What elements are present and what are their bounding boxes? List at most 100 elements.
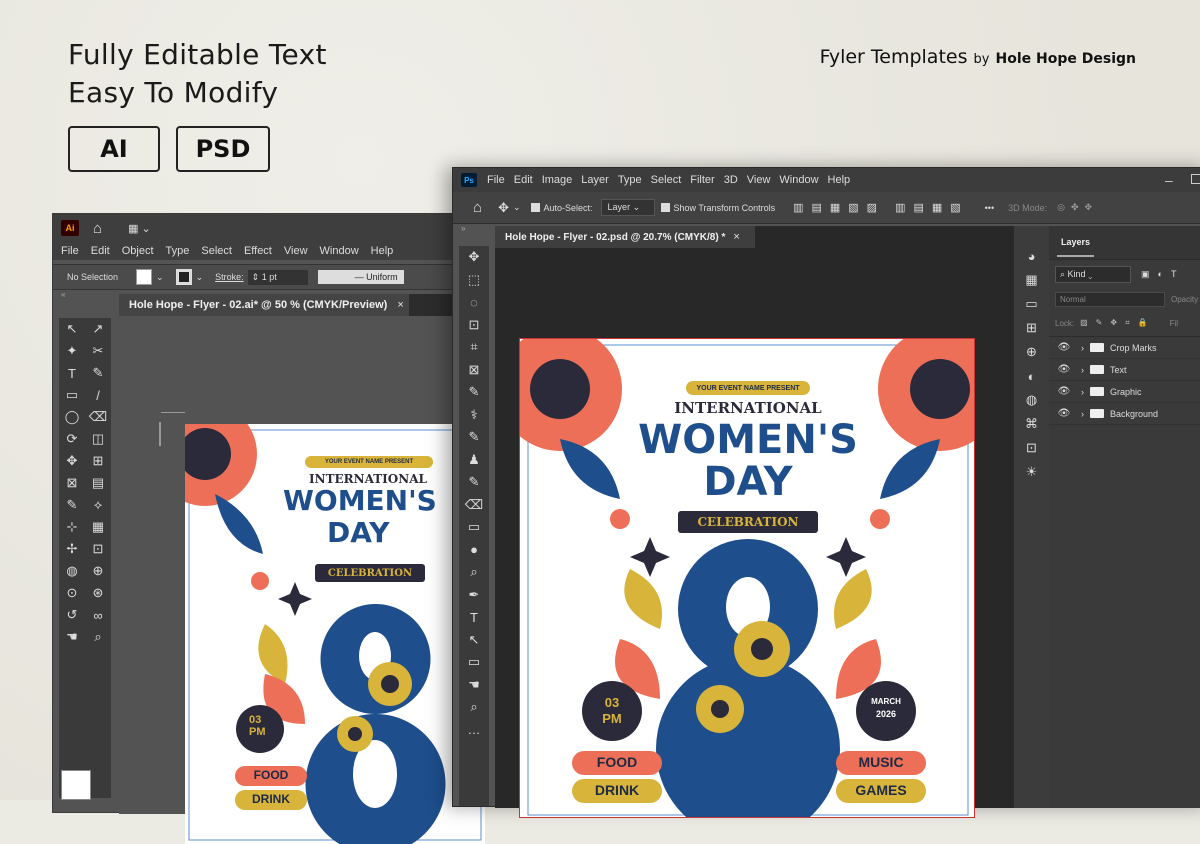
- 3d-tools-icons[interactable]: ◎✤✥: [1057, 202, 1098, 213]
- ai-tool-icon[interactable]: ⊹: [59, 516, 85, 538]
- ps-tool-icon[interactable]: ☚: [459, 674, 489, 697]
- menu-item-view[interactable]: View: [747, 174, 771, 186]
- panel-dock-icon[interactable]: ◕: [1014, 244, 1049, 268]
- menu-item-type[interactable]: Type: [618, 174, 642, 186]
- minimize-icon[interactable]: –: [1165, 172, 1173, 188]
- home-icon[interactable]: ⌂: [473, 199, 482, 216]
- ps-tool-icon[interactable]: ↖: [459, 629, 489, 652]
- menu-item-edit[interactable]: Edit: [514, 174, 533, 186]
- ai-tool-icon[interactable]: ☚: [59, 626, 85, 648]
- close-icon[interactable]: ×: [733, 231, 739, 243]
- chevron-right-icon[interactable]: ›: [1081, 343, 1084, 353]
- ai-tool-icon[interactable]: ✦: [59, 340, 85, 362]
- menu-item-object[interactable]: Object: [122, 245, 154, 257]
- transform-checkbox[interactable]: [660, 203, 670, 212]
- ps-tool-icon[interactable]: ⌕: [459, 696, 489, 719]
- menu-item-filter[interactable]: Filter: [690, 174, 714, 186]
- ps-tool-icon[interactable]: ⌕: [459, 561, 489, 584]
- ai-tool-icon[interactable]: ⟡: [85, 494, 111, 516]
- ps-tool-icon[interactable]: ♟: [459, 449, 489, 472]
- panel-dock-icon[interactable]: ☀: [1014, 460, 1049, 484]
- auto-select-checkbox[interactable]: [530, 203, 540, 212]
- eye-icon[interactable]: 👁: [1055, 408, 1073, 419]
- ps-tool-icon[interactable]: T: [459, 606, 489, 629]
- layers-tab[interactable]: Layers: [1057, 229, 1095, 257]
- stroke-weight-field[interactable]: ⇕ 1 pt: [247, 269, 308, 285]
- menu-item-file[interactable]: File: [487, 174, 505, 186]
- menu-item-image[interactable]: Image: [542, 174, 573, 186]
- ps-tool-icon[interactable]: ▭: [459, 516, 489, 539]
- home-icon[interactable]: ⌂: [93, 220, 102, 237]
- ai-tool-icon[interactable]: ⟳: [59, 428, 85, 450]
- ai-tool-icon[interactable]: ↗: [85, 318, 111, 340]
- menu-item-file[interactable]: File: [61, 245, 79, 257]
- ai-tool-icon[interactable]: ◍: [59, 560, 85, 582]
- ai-fill-stroke-swatch[interactable]: [61, 770, 91, 800]
- menu-item-effect[interactable]: Effect: [244, 245, 272, 257]
- chevron-down-icon[interactable]: ⌄: [196, 272, 204, 283]
- eye-icon[interactable]: 👁: [1055, 364, 1073, 375]
- ps-tool-icon[interactable]: ⊠: [459, 359, 489, 382]
- ps-tool-icon[interactable]: ✎: [459, 381, 489, 404]
- layer-row[interactable]: 👁 › Text: [1049, 359, 1200, 381]
- layer-row[interactable]: 👁 › Graphic: [1049, 381, 1200, 403]
- ps-tool-icon[interactable]: ▭: [459, 651, 489, 674]
- ps-tool-icon[interactable]: ✎: [459, 426, 489, 449]
- layer-kind-filter[interactable]: ⌕ Kind ⌄: [1055, 265, 1131, 283]
- ps-tool-icon[interactable]: ✒: [459, 584, 489, 607]
- panel-dock-icon[interactable]: ▦: [1014, 268, 1049, 292]
- distribute-icons[interactable]: ▥▤▦▧: [895, 201, 969, 214]
- auto-select-target[interactable]: Layer ⌄: [600, 199, 655, 216]
- ai-tool-icon[interactable]: ✥: [59, 450, 85, 472]
- ai-tool-icon[interactable]: ⊙: [59, 582, 85, 604]
- workspace-switcher-icon[interactable]: ▦ ⌄: [128, 222, 151, 235]
- ai-tool-icon[interactable]: ⌫: [85, 406, 111, 428]
- ai-document-tab[interactable]: Hole Hope - Flyer - 02.ai* @ 50 % (CMYK/…: [119, 294, 409, 316]
- ai-tool-icon[interactable]: ↖: [59, 318, 85, 340]
- ai-tool-icon[interactable]: ✎: [59, 494, 85, 516]
- move-tool-icon[interactable]: ✥: [498, 200, 509, 216]
- menu-item-3d[interactable]: 3D: [724, 174, 738, 186]
- close-icon[interactable]: ×: [397, 299, 403, 311]
- menu-item-window[interactable]: Window: [779, 174, 818, 186]
- ai-tool-icon[interactable]: ↺: [59, 604, 85, 626]
- ps-tool-icon[interactable]: ●: [459, 539, 489, 562]
- eye-icon[interactable]: 👁: [1055, 386, 1073, 397]
- chevron-right-icon[interactable]: ›: [1081, 365, 1084, 375]
- collapse-icon[interactable]: «: [61, 290, 65, 299]
- ai-tool-icon[interactable]: ✂: [85, 340, 111, 362]
- panel-dock-icon[interactable]: ▭: [1014, 292, 1049, 316]
- chevron-down-icon[interactable]: ⌄: [513, 202, 521, 213]
- ps-tool-icon[interactable]: …: [459, 719, 489, 742]
- menu-item-select[interactable]: Select: [201, 245, 232, 257]
- ai-tool-icon[interactable]: T: [59, 362, 85, 384]
- menu-item-view[interactable]: View: [284, 245, 308, 257]
- lock-icons[interactable]: ▨✎✥⌗🔒: [1080, 318, 1155, 328]
- panel-dock-icon[interactable]: ⊕: [1014, 340, 1049, 364]
- ps-tool-icon[interactable]: ⊡: [459, 314, 489, 337]
- more-icon[interactable]: •••: [985, 203, 994, 213]
- stroke-label[interactable]: Stroke:: [215, 272, 244, 282]
- stroke-profile-select[interactable]: — Uniform: [317, 270, 404, 284]
- menu-item-help[interactable]: Help: [828, 174, 851, 186]
- ps-tool-icon[interactable]: ⚕: [459, 404, 489, 427]
- chevron-down-icon[interactable]: ⌄: [156, 272, 164, 283]
- chevron-right-icon[interactable]: ›: [1081, 409, 1084, 419]
- restore-icon[interactable]: [1191, 174, 1200, 184]
- ai-tool-icon[interactable]: ⌕: [85, 626, 111, 648]
- panel-dock-icon[interactable]: ◍: [1014, 388, 1049, 412]
- ps-tool-icon[interactable]: ✎: [459, 471, 489, 494]
- ai-tool-icon[interactable]: ∞: [85, 604, 111, 626]
- ps-document-tab[interactable]: Hole Hope - Flyer - 02.psd @ 20.7% (CMYK…: [495, 226, 755, 248]
- ai-tool-icon[interactable]: ▦: [85, 516, 111, 538]
- menu-item-help[interactable]: Help: [371, 245, 394, 257]
- menu-item-edit[interactable]: Edit: [91, 245, 110, 257]
- eye-icon[interactable]: 👁: [1055, 342, 1073, 353]
- ps-tool-icon[interactable]: ✥: [459, 246, 489, 269]
- ps-tool-icon[interactable]: ⌗: [459, 336, 489, 359]
- ai-tool-icon[interactable]: ⊠: [59, 472, 85, 494]
- chevron-right-icon[interactable]: ›: [1081, 387, 1084, 397]
- menu-item-window[interactable]: Window: [320, 245, 359, 257]
- ai-tool-icon[interactable]: ▤: [85, 472, 111, 494]
- panel-dock-icon[interactable]: ◐: [1014, 364, 1049, 388]
